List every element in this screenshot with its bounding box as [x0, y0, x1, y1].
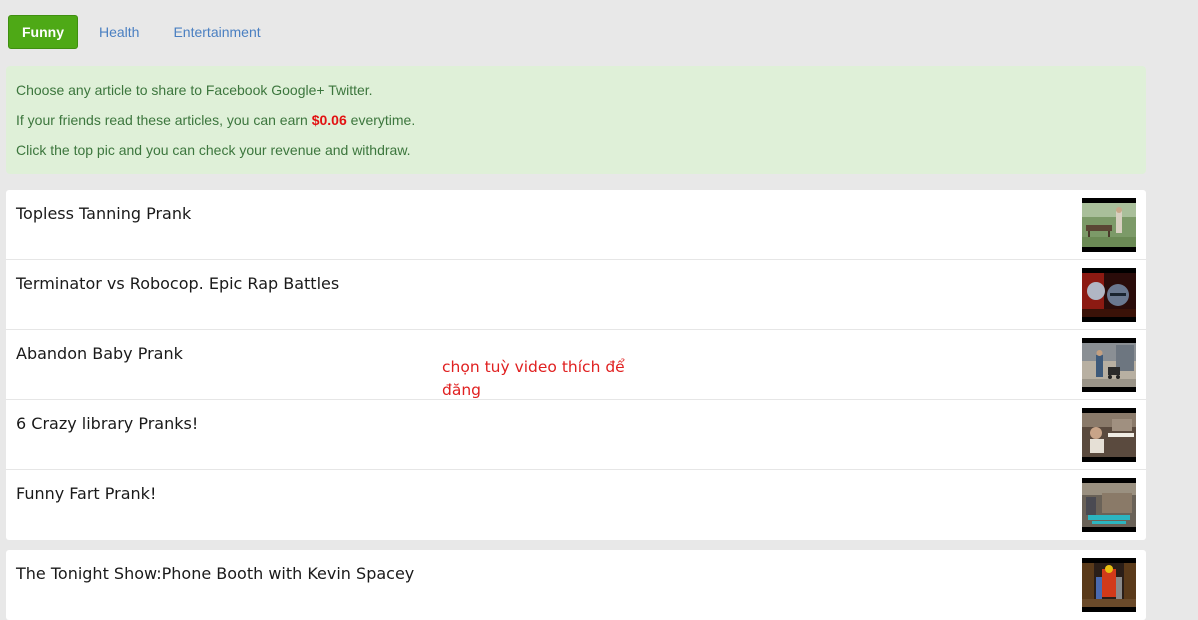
article-title[interactable]: The Tonight Show:Phone Booth with Kevin …	[16, 564, 414, 583]
article-title[interactable]: Abandon Baby Prank	[16, 344, 183, 363]
article-title[interactable]: Terminator vs Robocop. Epic Rap Battles	[16, 274, 339, 293]
article-row[interactable]: The Tonight Show:Phone Booth with Kevin …	[6, 550, 1146, 620]
category-tabs: Funny Health Entertainment	[8, 15, 278, 49]
tab-entertainment[interactable]: Entertainment	[156, 15, 277, 49]
annotation-note: chọn tuỳ video thích để đăng	[442, 358, 625, 399]
article-row[interactable]: 6 Crazy library Pranks!	[6, 400, 1146, 470]
stage-show-video-thumbnail[interactable]	[1082, 558, 1136, 612]
earn-amount: $0.06	[311, 112, 347, 128]
featured-list: The Tonight Show:Phone Booth with Kevin …	[6, 550, 1146, 620]
notice-earn-prefix: If your friends read these articles, you…	[16, 112, 312, 128]
article-row[interactable]: Topless Tanning Prank	[6, 190, 1146, 260]
notice-earn-suffix: everytime.	[346, 112, 416, 128]
article-title[interactable]: Funny Fart Prank!	[16, 484, 156, 503]
notice-line-earn: If your friends read these articles, you…	[16, 112, 415, 128]
info-notice: Choose any article to share to Facebook …	[6, 66, 1146, 174]
article-title[interactable]: 6 Crazy library Pranks!	[16, 414, 198, 433]
article-row[interactable]: Funny Fart Prank!	[6, 470, 1146, 540]
tab-funny[interactable]: Funny	[8, 15, 78, 49]
article-title[interactable]: Topless Tanning Prank	[16, 204, 191, 223]
notice-line-revenue: Click the top pic and you can check your…	[16, 142, 411, 158]
library-prank-video-thumbnail[interactable]	[1082, 408, 1136, 462]
tab-health[interactable]: Health	[82, 15, 156, 49]
store-prank-video-thumbnail[interactable]	[1082, 478, 1136, 532]
stroller-street-video-thumbnail[interactable]	[1082, 338, 1136, 392]
notice-line-share: Choose any article to share to Facebook …	[16, 82, 373, 98]
robot-faces-video-thumbnail[interactable]	[1082, 268, 1136, 322]
park-bench-video-thumbnail[interactable]	[1082, 198, 1136, 252]
article-row[interactable]: Terminator vs Robocop. Epic Rap Battles	[6, 260, 1146, 330]
